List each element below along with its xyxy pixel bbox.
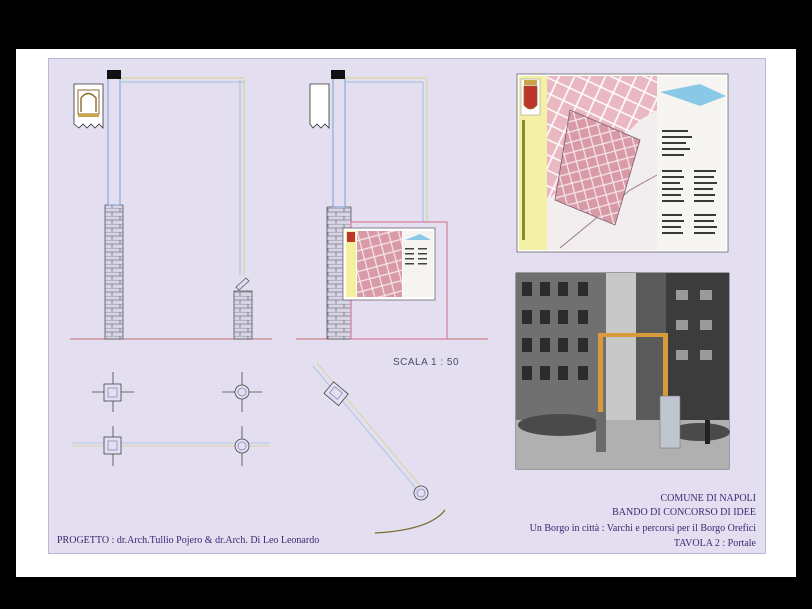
title-bando: BANDO DI CONCORSO DI IDEE: [612, 507, 756, 518]
city-crest-icon: [523, 85, 538, 110]
title-comune: COMUNE DI NAPOLI: [660, 493, 756, 504]
portal-elevation-front: [70, 70, 272, 340]
plan-views: [72, 372, 270, 466]
column-cap: [107, 70, 121, 79]
title-tavola: TAVOLA 2 : Portale: [673, 538, 756, 549]
photo-render: [515, 272, 730, 470]
project-credit: PROGETTO : dr.Arch.Tullio Pojero & dr.Ar…: [57, 535, 320, 546]
plan-diagonal: [312, 362, 446, 534]
brick-pier-right: [233, 290, 253, 340]
title-subject: Un Borgo in città : Varchi e percorsi pe…: [529, 523, 756, 534]
scale-label: SCALA 1 : 50: [393, 357, 460, 368]
brick-pier-left: [104, 204, 124, 340]
map-sign-panel: [516, 73, 729, 253]
banner-emblem: [73, 83, 104, 129]
portal-elevation-side: [296, 70, 488, 340]
